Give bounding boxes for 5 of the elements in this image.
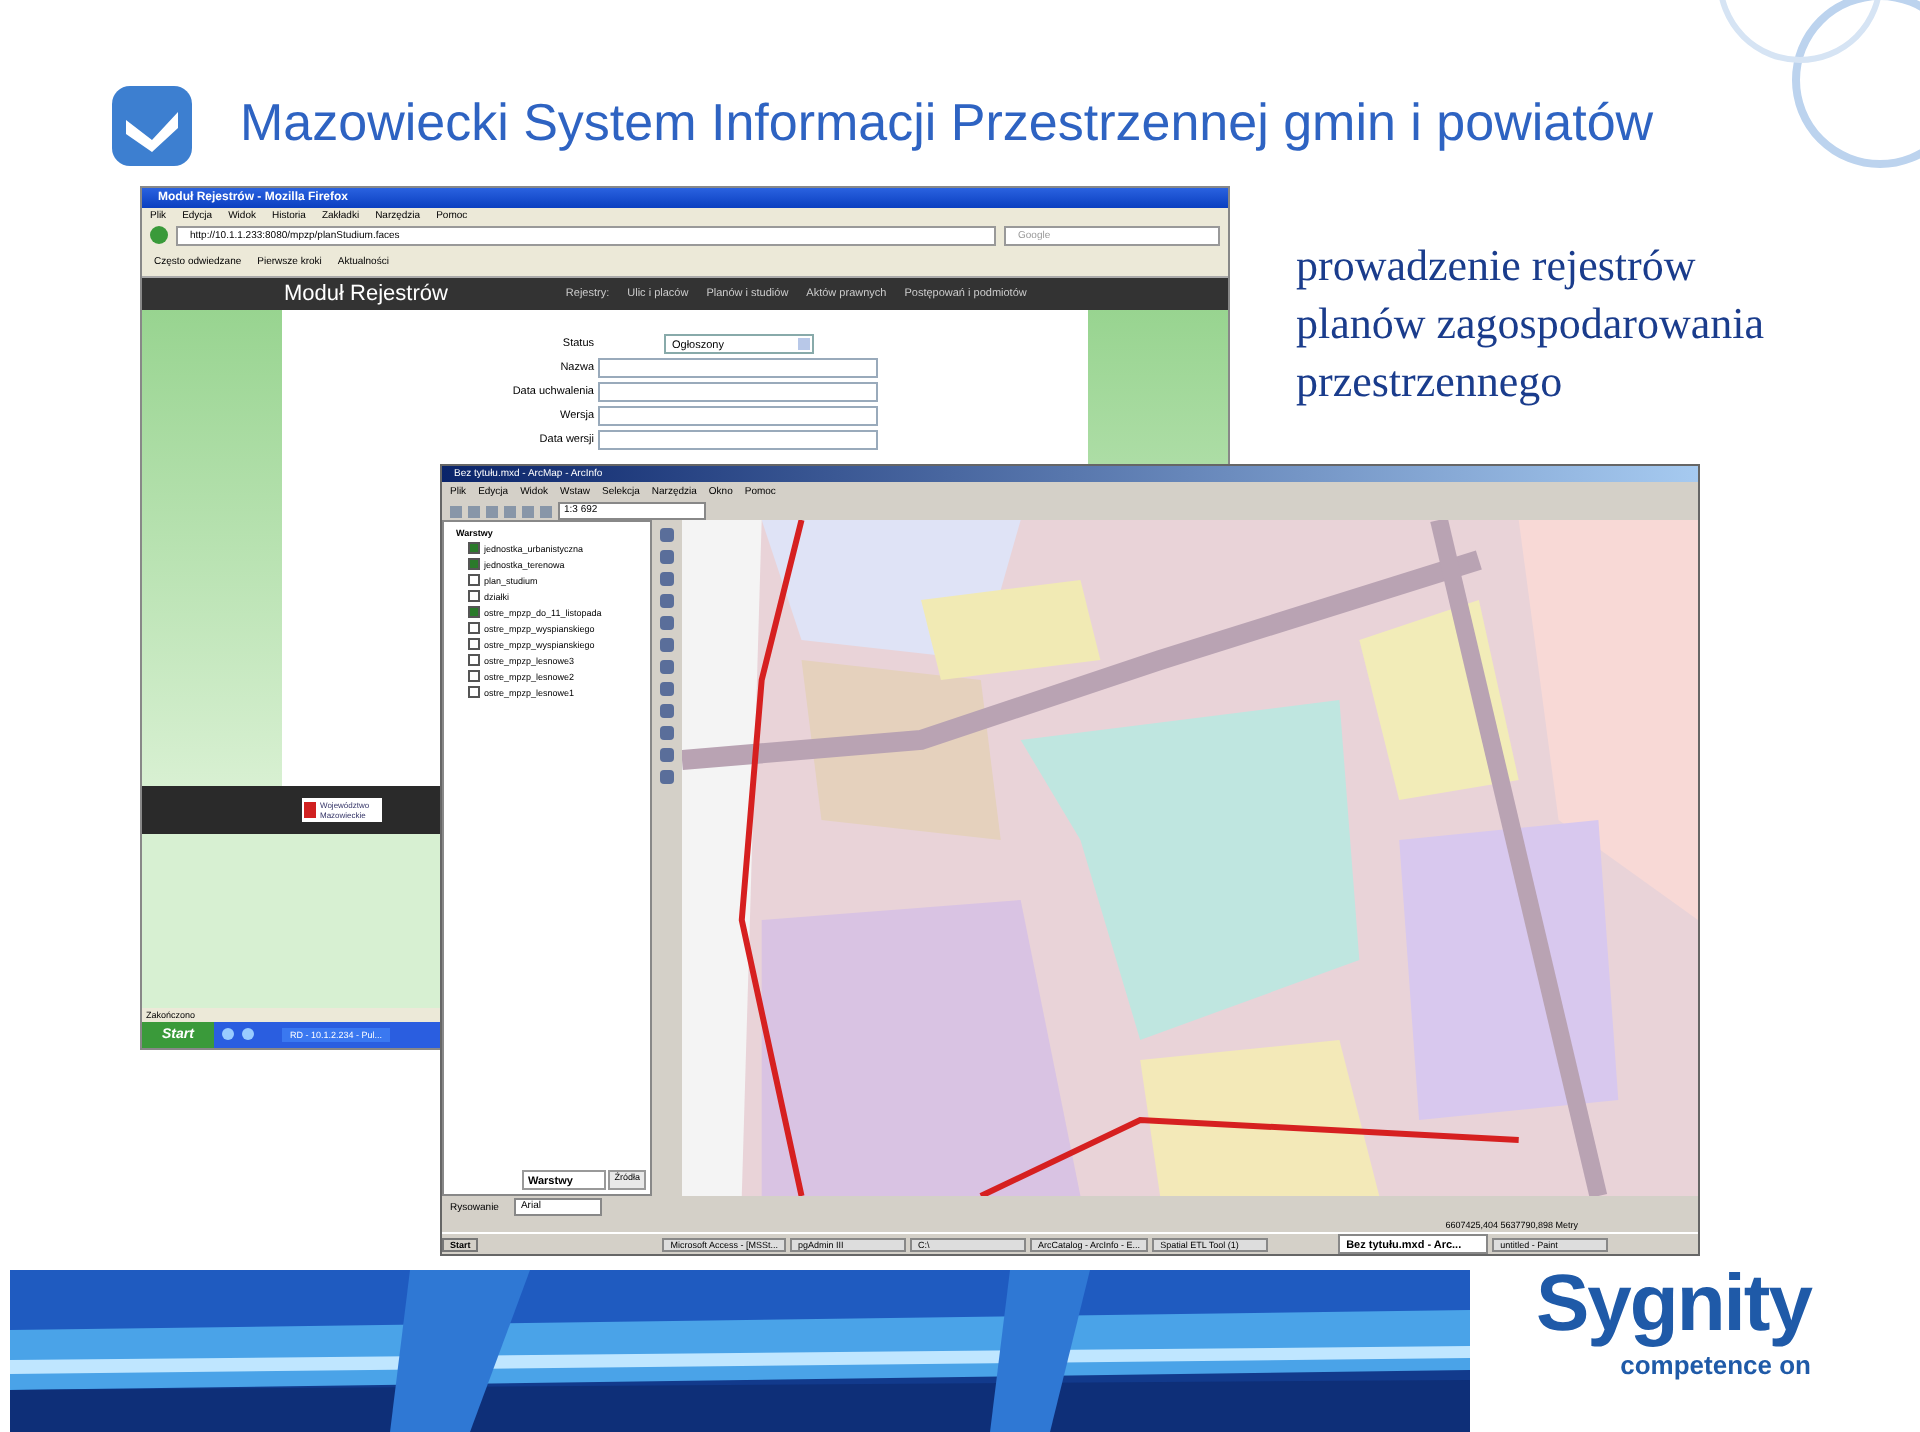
slide-title: Mazowiecki System Informacji Przestrzennej gmin i powiatów [240, 92, 1654, 154]
site-brand: Moduł Rejestrów [284, 281, 448, 306]
brand-logo: Sygnity [1536, 1260, 1811, 1350]
brand-tagline: competence on [1620, 1350, 1811, 1380]
slide-caption: prowadzenie rejestrów planów zagospodarowania przestrzennego [1296, 238, 1764, 410]
